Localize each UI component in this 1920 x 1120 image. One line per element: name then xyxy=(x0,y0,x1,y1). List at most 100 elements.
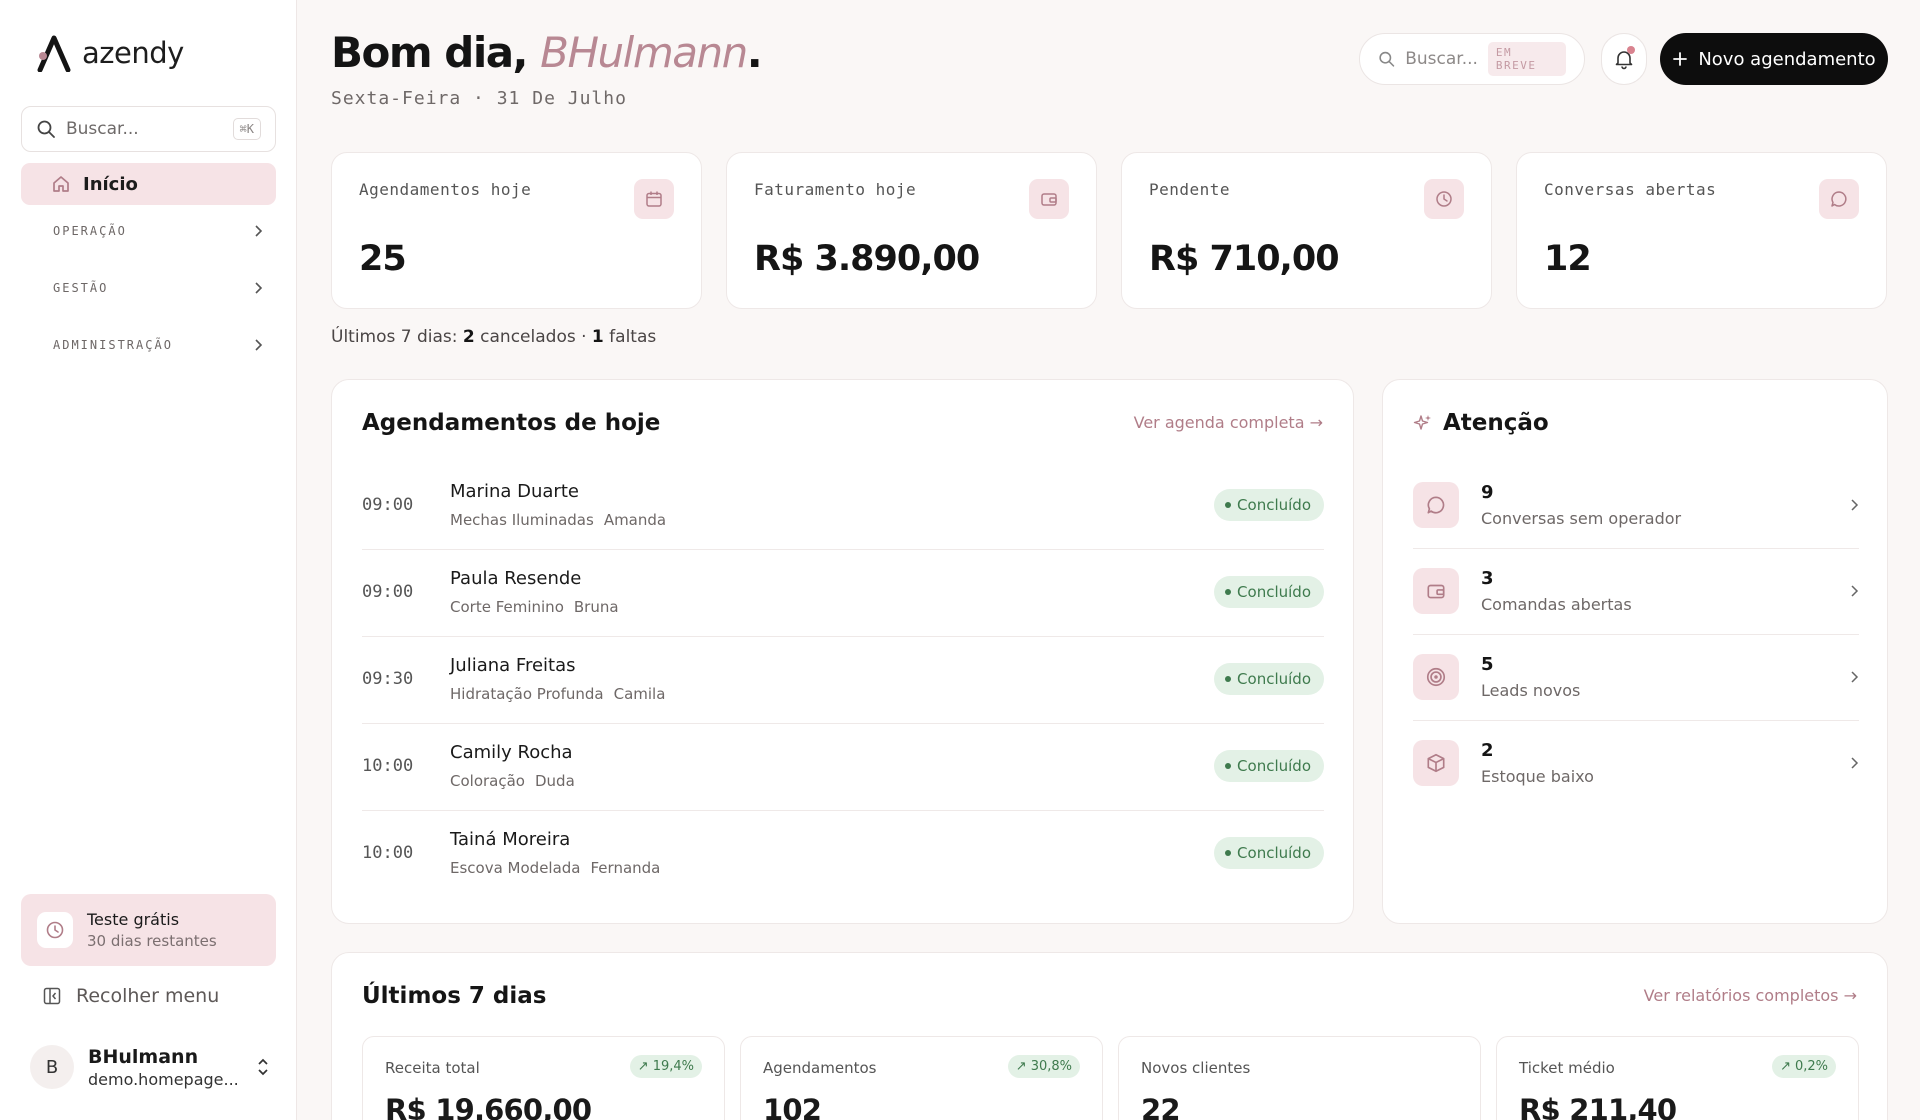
service-name: Escova Modelada xyxy=(450,859,581,877)
trend-up-icon: ↗ xyxy=(1780,1059,1791,1074)
trend-up-icon: ↗ xyxy=(637,1059,649,1074)
panel-title: Agendamentos de hoje xyxy=(362,410,661,436)
summary-prefix: Últimos 7 dias: xyxy=(331,327,458,347)
stat-value: 102 xyxy=(763,1093,822,1120)
sidebar-search-placeholder: Buscar... xyxy=(66,119,139,139)
chevron-right-icon xyxy=(255,339,263,351)
staff-name: Amanda xyxy=(603,511,667,529)
staff-name: Fernanda xyxy=(590,859,661,877)
notifications-button[interactable] xyxy=(1601,33,1647,85)
sidebar-item-home[interactable]: Início xyxy=(21,163,276,205)
stat-card-new-clients[interactable]: Novos clientes 22 xyxy=(1118,1036,1481,1120)
service-name: Corte Feminino xyxy=(450,598,564,616)
missed-count: 1 xyxy=(591,327,604,347)
appointment-row[interactable]: 09:30 Juliana Freitas Hidratação Profunda… xyxy=(362,636,1324,722)
attention-count: 5 xyxy=(1481,654,1494,675)
sparkles-icon xyxy=(1413,415,1431,430)
box-icon xyxy=(1413,740,1459,786)
attention-label: Conversas sem operador xyxy=(1481,509,1682,528)
chat-icon xyxy=(1413,482,1459,528)
sidebar-group-operacao[interactable]: OPERAÇÃO xyxy=(53,224,263,238)
stat-value: R$ 19.660,00 xyxy=(385,1093,592,1120)
sidebar-group-administracao[interactable]: ADMINISTRAÇÃO xyxy=(53,338,263,352)
stat-card-appointments[interactable]: Agendamentos ↗ 30,8% 102 xyxy=(740,1036,1103,1120)
attention-label: Comandas abertas xyxy=(1481,595,1632,614)
appointment-row[interactable]: 09:00 Paula Resende Corte Feminino Bruna C… xyxy=(362,549,1324,635)
view-full-schedule-link[interactable]: Ver agenda completa → xyxy=(1134,413,1323,432)
attention-item[interactable]: 5 Leads novos xyxy=(1413,634,1859,720)
wallet-icon xyxy=(1029,179,1069,219)
service-name: Coloração xyxy=(450,772,525,790)
stat-label: Novos clientes xyxy=(1141,1059,1251,1077)
status-label: Concluído xyxy=(1237,757,1311,775)
search-icon xyxy=(37,120,55,138)
sidebar-search-input[interactable]: Buscar... ⌘K xyxy=(21,106,276,152)
trial-title: Teste grátis xyxy=(87,910,180,929)
client-name: Juliana Freitas xyxy=(450,655,576,676)
collapse-menu-button[interactable]: Recolher menu xyxy=(42,985,219,1007)
user-menu[interactable]: B BHulmann demo.homepage... xyxy=(30,1045,270,1089)
attention-item[interactable]: 9 Conversas sem operador xyxy=(1413,462,1859,548)
service-name: Hidratação Profunda xyxy=(450,685,604,703)
appointment-row[interactable]: 09:00 Marina Duarte Mechas Iluminadas Aman… xyxy=(362,462,1324,548)
avatar: B xyxy=(30,1045,74,1089)
stat-label: Agendamentos xyxy=(763,1059,877,1077)
status-badge: Concluído xyxy=(1214,663,1324,695)
status-badge: Concluído xyxy=(1214,837,1324,869)
stat-card-revenue[interactable]: Receita total ↗ 19,4% R$ 19.660,00 xyxy=(362,1036,725,1120)
greeting-user-name: BHulmann xyxy=(540,28,748,77)
status-dot xyxy=(1225,763,1232,769)
stat-card-average-ticket[interactable]: Ticket médio ↗ 0,2% R$ 211,40 xyxy=(1496,1036,1859,1120)
attention-item[interactable]: 3 Comandas abertas xyxy=(1413,548,1859,634)
greeting-text: Bom dia, xyxy=(331,28,529,77)
trend-value: 30,8% xyxy=(1030,1059,1072,1074)
attention-count: 3 xyxy=(1481,568,1494,589)
kpi-value: 12 xyxy=(1544,239,1592,279)
appointment-time: 09:30 xyxy=(362,669,414,689)
status-dot xyxy=(1225,589,1232,595)
user-name: BHulmann xyxy=(88,1045,199,1068)
trend-badge: ↗ 30,8% xyxy=(1007,1055,1080,1078)
sidebar-group-gestao[interactable]: GESTÃO xyxy=(53,281,263,295)
appointment-row[interactable]: 10:00 Tainá Moreira Escova Modelada Fernan… xyxy=(362,810,1324,896)
client-name: Marina Duarte xyxy=(450,481,579,502)
stat-value: R$ 211,40 xyxy=(1519,1093,1677,1120)
chat-icon xyxy=(1819,179,1859,219)
service-name: Mechas Iluminadas xyxy=(450,511,594,529)
appointment-time: 09:00 xyxy=(362,582,414,602)
trend-value: 0,2% xyxy=(1794,1059,1828,1074)
sidebar: azendy Buscar... ⌘K Início OPERAÇÃO GEST… xyxy=(0,0,297,1120)
kpi-card-conversations[interactable]: Conversas abertas 12 xyxy=(1516,152,1887,309)
weekly-summary: Últimos 7 dias: 2 cancelados · 1 faltas xyxy=(331,327,656,347)
header-search-input[interactable]: Buscar... EM BREVE xyxy=(1359,33,1585,85)
last-7-days-panel: Últimos 7 dias Ver relatórios completos … xyxy=(331,952,1888,1120)
appointment-time: 09:00 xyxy=(362,495,414,515)
kpi-card-appointments[interactable]: Agendamentos hoje 25 xyxy=(331,152,702,309)
status-badge: Concluído xyxy=(1214,576,1324,608)
trend-badge: ↗ 0,2% xyxy=(1772,1055,1836,1078)
header-search-placeholder: Buscar... xyxy=(1405,49,1478,69)
brand-logo[interactable]: azendy xyxy=(34,34,184,72)
attention-count: 9 xyxy=(1481,482,1494,503)
kpi-card-revenue[interactable]: Faturamento hoje R$ 3.890,00 xyxy=(726,152,1097,309)
appointment-row[interactable]: 10:00 Camily Rocha Coloração Duda Concluíd… xyxy=(362,723,1324,809)
view-full-reports-link[interactable]: Ver relatórios completos → xyxy=(1644,986,1857,1005)
status-label: Concluído xyxy=(1237,496,1311,514)
new-appointment-label: Novo agendamento xyxy=(1698,48,1876,70)
clock-icon xyxy=(1424,179,1464,219)
coming-soon-badge: EM BREVE xyxy=(1487,42,1566,76)
attention-title-text: Atenção xyxy=(1443,410,1549,436)
user-email: demo.homepage... xyxy=(88,1069,239,1089)
chevron-right-icon xyxy=(1851,671,1859,683)
sidebar-item-home-label: Início xyxy=(83,173,138,195)
trend-badge: ↗ 19,4% xyxy=(629,1055,702,1078)
new-appointment-button[interactable]: Novo agendamento xyxy=(1660,33,1888,85)
trial-subtitle: 30 dias restantes xyxy=(87,932,217,950)
kpi-card-pending[interactable]: Pendente R$ 710,00 xyxy=(1121,152,1492,309)
attention-item[interactable]: 2 Estoque baixo xyxy=(1413,720,1859,806)
azendy-logo-icon xyxy=(37,35,71,72)
page-title: Bom dia, BHulmann. xyxy=(331,28,763,77)
trial-banner[interactable]: Teste grátis 30 dias restantes xyxy=(21,894,276,966)
todays-appointments-panel: Agendamentos de hoje Ver agenda completa… xyxy=(331,379,1354,924)
appointment-time: 10:00 xyxy=(362,756,414,776)
